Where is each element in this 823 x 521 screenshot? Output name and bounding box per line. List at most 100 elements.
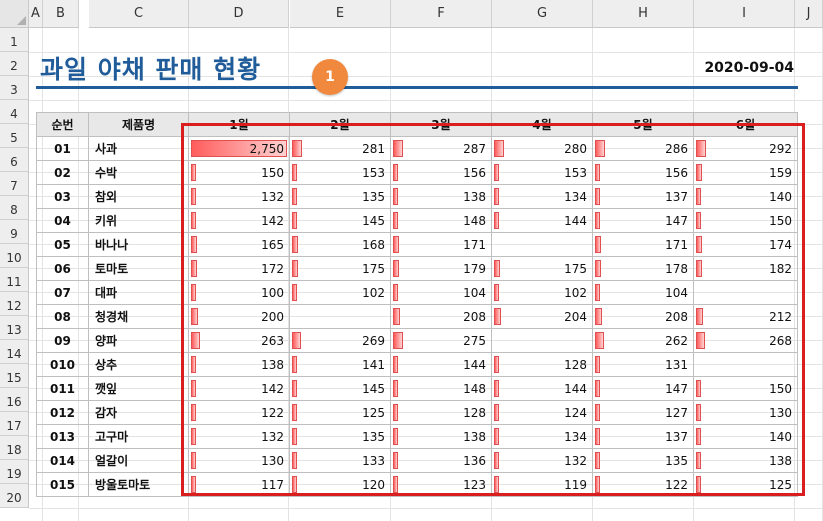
cell-month-value[interactable]: 208 <box>592 304 694 329</box>
cell-product-name[interactable]: 청경채 <box>88 304 189 329</box>
cell-product-name[interactable]: 감자 <box>88 400 189 425</box>
cell-month-value[interactable]: 138 <box>390 184 492 209</box>
column-header[interactable]: B <box>43 0 79 28</box>
row-header[interactable]: 19 <box>0 460 29 484</box>
cell-month-value[interactable]: 132 <box>188 184 290 209</box>
header-month-5[interactable]: 5월 <box>592 112 694 137</box>
row-header[interactable]: 12 <box>0 292 29 316</box>
row-header[interactable]: 4 <box>0 100 29 124</box>
cell-month-value[interactable]: 122 <box>188 400 290 425</box>
cell-month-value[interactable]: 275 <box>390 328 492 353</box>
select-all-corner[interactable] <box>0 0 29 28</box>
row-header[interactable]: 13 <box>0 316 29 340</box>
cell-month-value[interactable]: 153 <box>491 160 593 185</box>
row-header[interactable]: 3 <box>0 76 29 100</box>
cell-month-value[interactable]: 150 <box>693 208 798 233</box>
cell-product-name[interactable]: 방울토마토 <box>88 472 189 497</box>
cell-month-value[interactable]: 179 <box>390 256 492 281</box>
cell-month-value[interactable]: 133 <box>289 448 391 473</box>
cell-month-value[interactable]: 124 <box>491 400 593 425</box>
cell-month-value[interactable] <box>693 280 798 305</box>
row-header[interactable]: 2 <box>0 52 29 76</box>
cell-month-value[interactable]: 128 <box>390 400 492 425</box>
cell-product-name[interactable]: 얼갈이 <box>88 448 189 473</box>
cell-month-value[interactable]: 134 <box>491 424 593 449</box>
cell-num[interactable]: 02 <box>36 160 89 185</box>
cell-month-value[interactable]: 204 <box>491 304 593 329</box>
cell-month-value[interactable]: 208 <box>390 304 492 329</box>
cell-month-value[interactable]: 171 <box>390 232 492 257</box>
cell-num[interactable]: 015 <box>36 472 89 497</box>
cell-month-value[interactable]: 104 <box>592 280 694 305</box>
cell-month-value[interactable]: 262 <box>592 328 694 353</box>
cell-month-value[interactable]: 287 <box>390 136 492 161</box>
cell-product-name[interactable]: 토마토 <box>88 256 189 281</box>
row-header[interactable]: 1 <box>0 28 29 52</box>
column-header[interactable]: G <box>492 0 593 28</box>
cell-num[interactable]: 012 <box>36 400 89 425</box>
cell-month-value[interactable]: 138 <box>693 448 798 473</box>
cell-month-value[interactable]: 130 <box>693 400 798 425</box>
column-header[interactable]: D <box>189 0 289 28</box>
cell-num[interactable]: 013 <box>36 424 89 449</box>
cell-month-value[interactable]: 102 <box>289 280 391 305</box>
cell-num[interactable]: 05 <box>36 232 89 257</box>
cell-month-value[interactable]: 147 <box>592 376 694 401</box>
cell-month-value[interactable]: 172 <box>188 256 290 281</box>
cell-num[interactable]: 011 <box>36 376 89 401</box>
cell-month-value[interactable]: 156 <box>390 160 492 185</box>
cell-month-value[interactable]: 150 <box>693 376 798 401</box>
cell-month-value[interactable]: 2,750 <box>188 136 290 161</box>
row-header[interactable]: 11 <box>0 268 29 292</box>
cell-month-value[interactable] <box>289 304 391 329</box>
cell-month-value[interactable]: 148 <box>390 376 492 401</box>
cell-product-name[interactable]: 수박 <box>88 160 189 185</box>
header-num[interactable]: 순번 <box>36 112 89 137</box>
cell-month-value[interactable]: 137 <box>592 184 694 209</box>
cell-month-value[interactable]: 281 <box>289 136 391 161</box>
cell-num[interactable]: 04 <box>36 208 89 233</box>
cell-month-value[interactable]: 131 <box>592 352 694 377</box>
cell-num[interactable]: 09 <box>36 328 89 353</box>
column-header[interactable]: E <box>290 0 391 28</box>
cell-month-value[interactable]: 212 <box>693 304 798 329</box>
cell-num[interactable]: 014 <box>36 448 89 473</box>
cell-month-value[interactable]: 125 <box>693 472 798 497</box>
cell-month-value[interactable]: 134 <box>491 184 593 209</box>
cell-product-name[interactable]: 대파 <box>88 280 189 305</box>
row-header[interactable]: 5 <box>0 124 29 148</box>
cell-product-name[interactable]: 상추 <box>88 352 189 377</box>
page-title[interactable]: 과일 야채 판매 현황 <box>40 50 261 86</box>
cell-product-name[interactable]: 사과 <box>88 136 189 161</box>
row-header[interactable]: 8 <box>0 196 29 220</box>
row-header[interactable]: 14 <box>0 340 29 364</box>
cell-month-value[interactable]: 292 <box>693 136 798 161</box>
cell-month-value[interactable]: 150 <box>188 160 290 185</box>
cell-month-value[interactable]: 128 <box>491 352 593 377</box>
cell-month-value[interactable]: 280 <box>491 136 593 161</box>
cell-month-value[interactable]: 159 <box>693 160 798 185</box>
column-header[interactable]: F <box>391 0 492 28</box>
cell-num[interactable]: 06 <box>36 256 89 281</box>
header-month-3[interactable]: 3월 <box>390 112 492 137</box>
cell-month-value[interactable]: 175 <box>491 256 593 281</box>
cell-month-value[interactable] <box>491 232 593 257</box>
cell-product-name[interactable]: 깻잎 <box>88 376 189 401</box>
column-header[interactable]: H <box>593 0 694 28</box>
cell-month-value[interactable] <box>491 328 593 353</box>
cell-num[interactable]: 03 <box>36 184 89 209</box>
cell-num[interactable]: 07 <box>36 280 89 305</box>
cell-month-value[interactable]: 120 <box>289 472 391 497</box>
cell-month-value[interactable]: 171 <box>592 232 694 257</box>
cell-num[interactable]: 08 <box>36 304 89 329</box>
header-month-1[interactable]: 1월 <box>188 112 290 137</box>
row-header[interactable]: 6 <box>0 148 29 172</box>
cell-month-value[interactable]: 141 <box>289 352 391 377</box>
cell-month-value[interactable]: 135 <box>289 184 391 209</box>
row-header[interactable]: 9 <box>0 220 29 244</box>
cell-month-value[interactable]: 132 <box>491 448 593 473</box>
cell-month-value[interactable]: 178 <box>592 256 694 281</box>
row-header[interactable]: 15 <box>0 364 29 388</box>
cell-month-value[interactable]: 142 <box>188 376 290 401</box>
row-header[interactable]: 10 <box>0 244 29 268</box>
